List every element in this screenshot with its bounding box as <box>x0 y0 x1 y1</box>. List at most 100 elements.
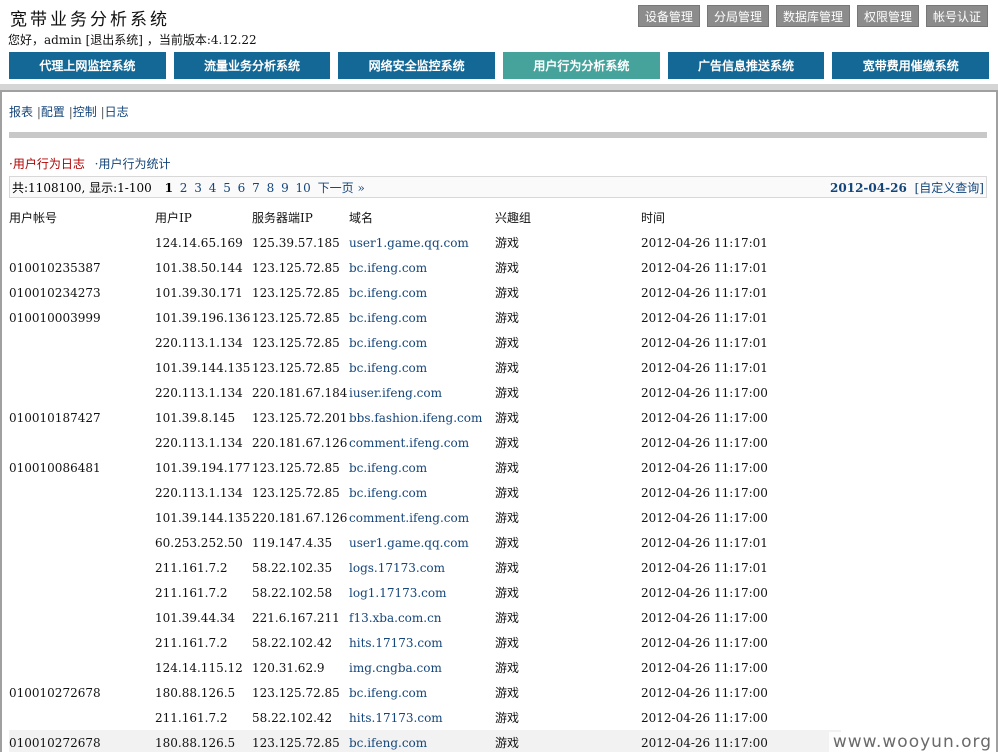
cell-account: 010010272678 <box>9 730 155 752</box>
cell-user-ip: 220.113.1.134 <box>155 385 243 400</box>
cell-domain: bc.ifeng.com <box>349 310 428 325</box>
nav-security-monitor[interactable]: 网络安全监控系统 <box>338 52 496 79</box>
cell-server-ip: 123.125.72.85 <box>252 460 340 475</box>
cell-time: 2012-04-26 11:17:00 <box>641 410 768 425</box>
cell-account <box>9 705 155 730</box>
cell-interest: 游戏 <box>495 561 520 575</box>
cell-time: 2012-04-26 11:17:00 <box>641 510 768 525</box>
page-link[interactable]: 8 <box>267 181 275 195</box>
cell-account <box>9 230 155 255</box>
permission-management-button[interactable]: 权限管理 <box>856 5 919 27</box>
cell-interest: 游戏 <box>495 236 520 250</box>
pagination-bar: 共:1108100, 显示:1-100 1 2 3 4 5 6 7 8 9 10… <box>9 176 987 198</box>
cell-server-ip: 220.181.67.184 <box>252 385 348 400</box>
cell-user-ip: 124.14.65.169 <box>155 235 243 250</box>
database-management-button[interactable]: 数据库管理 <box>775 5 850 27</box>
logout-link[interactable]: [退出系统] <box>86 33 143 47</box>
table-row: 211.161.7.2 58.22.102.42 hits.17173.com 游戏 2… <box>9 705 841 730</box>
cell-interest: 游戏 <box>495 361 520 375</box>
cell-user-ip: 101.39.44.34 <box>155 610 236 625</box>
sublink-log[interactable]: 日志 <box>105 105 129 119</box>
cell-user-ip: 101.39.194.177 <box>155 460 251 475</box>
nav-user-behavior[interactable]: 用户行为分析系统 <box>503 52 660 79</box>
cell-server-ip: 123.125.72.85 <box>252 335 340 350</box>
cell-domain: bc.ifeng.com <box>349 260 428 275</box>
date-link[interactable]: 2012-04-26 <box>830 181 907 195</box>
cell-server-ip: 123.125.72.201 <box>252 410 348 425</box>
sublink-control[interactable]: 控制 <box>73 105 97 119</box>
table-row: 124.14.115.12 120.31.62.9 img.cngba.com 游戏 2… <box>9 655 841 680</box>
cell-interest: 游戏 <box>495 461 520 475</box>
custom-query-link[interactable]: [自定义查询] <box>915 181 984 195</box>
column-header: 用户IP <box>155 211 192 225</box>
page-link[interactable]: 5 <box>223 181 231 195</box>
cell-server-ip: 221.6.167.211 <box>252 610 340 625</box>
cell-server-ip: 123.125.72.85 <box>252 730 349 752</box>
page-link[interactable]: 2 <box>180 181 188 195</box>
cell-interest: 游戏 <box>495 486 520 500</box>
page-link[interactable]: 10 <box>296 181 311 195</box>
sub-tabs: ·用户行为日志 ·用户行为统计 <box>9 155 170 172</box>
page-link[interactable]: 3 <box>194 181 202 195</box>
nav-proxy-monitor[interactable]: 代理上网监控系统 <box>9 52 166 79</box>
cell-domain: bc.ifeng.com <box>349 460 428 475</box>
cell-interest: 游戏 <box>495 636 520 650</box>
table-row: 010010272678 180.88.126.5 123.125.72.85 bc.… <box>9 730 841 752</box>
column-header: 时间 <box>641 211 666 225</box>
cell-user-ip: 101.39.144.135 <box>155 510 251 525</box>
cell-user-ip: 101.39.8.145 <box>155 410 236 425</box>
table-row: 220.113.1.134 123.125.72.85 bc.ifeng.com 游戏… <box>9 330 841 355</box>
cell-user-ip: 101.38.50.144 <box>155 260 243 275</box>
page-link[interactable]: 9 <box>281 181 289 195</box>
cell-interest: 游戏 <box>495 261 520 275</box>
nav-ad-push[interactable]: 广告信息推送系统 <box>667 52 825 79</box>
device-management-button[interactable]: 设备管理 <box>637 5 700 27</box>
cell-server-ip: 58.22.102.42 <box>252 710 333 725</box>
page-link[interactable]: 7 <box>252 181 260 195</box>
cell-domain: img.cngba.com <box>349 660 442 675</box>
sublink-config[interactable]: 配置 <box>41 105 65 119</box>
account-auth-button[interactable]: 帐号认证 <box>925 5 988 27</box>
cell-account <box>9 605 155 630</box>
cell-server-ip: 123.125.72.85 <box>252 285 340 300</box>
cell-time: 2012-04-26 11:17:01 <box>641 310 768 325</box>
cell-domain: bc.ifeng.com <box>349 730 495 752</box>
table-row: 101.39.144.135 123.125.72.85 bc.ifeng.com 游… <box>9 355 841 380</box>
cell-server-ip: 123.125.72.85 <box>252 360 340 375</box>
cell-time: 2012-04-26 11:17:00 <box>641 610 768 625</box>
cell-user-ip: 180.88.126.5 <box>155 685 236 700</box>
table-row: 220.113.1.134 123.125.72.85 bc.ifeng.com 游戏… <box>9 480 841 505</box>
greeting: 您好，admin [退出系统] ，当前版本:4.12.22 <box>8 31 257 48</box>
cell-account <box>9 330 155 355</box>
tab-behavior-stats[interactable]: ·用户行为统计 <box>95 157 171 171</box>
cell-domain: bc.ifeng.com <box>349 285 428 300</box>
sublink-report[interactable]: 报表 <box>9 105 33 119</box>
cell-time: 2012-04-26 11:17:00 <box>641 710 768 725</box>
behavior-log-table: 用户帐号 用户IP 服务器端IP 域名 兴趣组 时间 124.14.65.169… <box>9 205 841 752</box>
cell-domain: log1.17173.com <box>349 585 447 600</box>
cell-domain: user1.game.qq.com <box>349 235 469 250</box>
branch-management-button[interactable]: 分局管理 <box>706 5 769 27</box>
cell-user-ip: 211.161.7.2 <box>155 635 228 650</box>
next-page-link[interactable]: 下一页 » <box>318 181 365 195</box>
cell-server-ip: 123.125.72.85 <box>252 310 340 325</box>
cell-time: 2012-04-26 11:17:01 <box>641 360 768 375</box>
cell-user-ip: 211.161.7.2 <box>155 710 228 725</box>
cell-time: 2012-04-26 11:17:01 <box>641 235 768 250</box>
cell-user-ip: 60.253.252.50 <box>155 535 243 550</box>
cell-domain: iuser.ifeng.com <box>349 385 442 400</box>
cell-account <box>9 380 155 405</box>
cell-user-ip: 220.113.1.134 <box>155 335 243 350</box>
cell-domain: bc.ifeng.com <box>349 685 428 700</box>
nav-traffic-analysis[interactable]: 流量业务分析系统 <box>173 52 331 79</box>
page-link[interactable]: 4 <box>209 181 217 195</box>
tab-behavior-log[interactable]: ·用户行为日志 <box>9 157 85 171</box>
cell-server-ip: 123.125.72.85 <box>252 485 340 500</box>
page-link[interactable]: 6 <box>238 181 246 195</box>
cell-domain: hits.17173.com <box>349 635 443 650</box>
pagination-right: 2012-04-26 [自定义查询] <box>830 179 984 196</box>
table-row: 124.14.65.169 125.39.57.185 user1.game.qq.… <box>9 230 841 255</box>
cell-server-ip: 123.125.72.85 <box>252 685 340 700</box>
nav-billing-reminder[interactable]: 宽带费用催缴系统 <box>832 52 990 79</box>
cell-domain: f13.xba.com.cn <box>349 610 442 625</box>
